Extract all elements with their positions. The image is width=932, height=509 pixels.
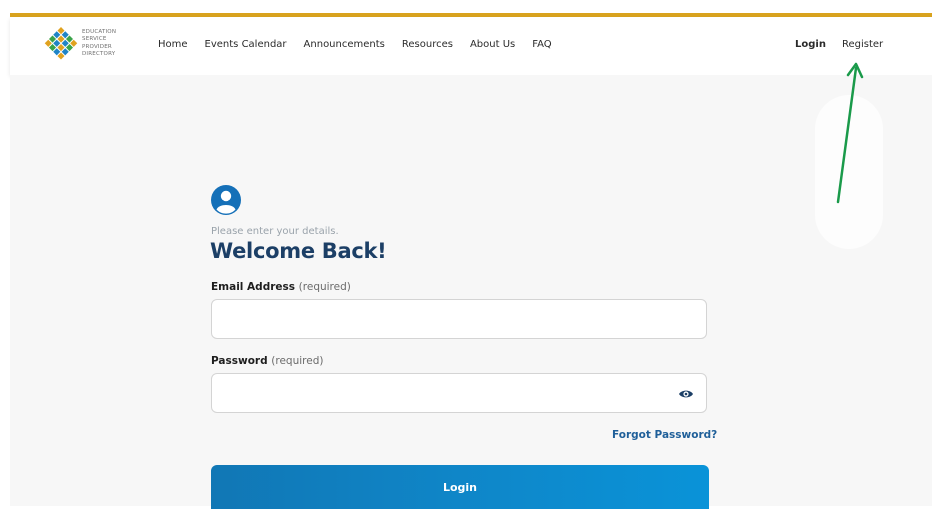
password-required-note: (required) — [271, 355, 324, 367]
main-nav: Home Events Calendar Announcements Resou… — [158, 39, 552, 50]
logo-line: DIRECTORY — [82, 50, 116, 57]
form-title: Welcome Back! — [210, 239, 387, 263]
user-circle-icon — [211, 185, 241, 215]
nav-about-us[interactable]: About Us — [470, 39, 515, 50]
email-required-note: (required) — [298, 281, 351, 293]
login-link[interactable]: Login — [795, 39, 826, 50]
nav-home[interactable]: Home — [158, 39, 188, 50]
email-label: Email Address (required) — [211, 281, 351, 293]
logo-text: EDUCATION SERVICE PROVIDER DIRECTORY — [82, 29, 138, 58]
site-header: EDUCATION SERVICE PROVIDER DIRECTORY Hom… — [10, 17, 932, 75]
highlight-blob — [815, 95, 883, 249]
logo-line: PROVIDER — [82, 43, 112, 50]
logo-line: EDUCATION — [82, 29, 117, 35]
eye-icon[interactable] — [678, 386, 694, 402]
login-panel: Please enter your details. Welcome Back!… — [10, 75, 932, 509]
password-label: Password (required) — [211, 355, 323, 367]
logo-line: SERVICE — [82, 36, 107, 43]
email-field-wrapper — [211, 299, 707, 339]
nav-announcements[interactable]: Announcements — [304, 39, 385, 50]
form-subtitle: Please enter your details. — [211, 226, 339, 237]
password-field[interactable] — [212, 374, 676, 412]
forgot-password-link[interactable]: Forgot Password? — [612, 429, 717, 441]
register-link[interactable]: Register — [842, 39, 883, 50]
auth-links: Login Register — [795, 39, 883, 50]
password-field-wrapper — [211, 373, 707, 413]
site-logo[interactable]: EDUCATION SERVICE PROVIDER DIRECTORY — [44, 27, 136, 65]
login-button[interactable]: Login — [211, 465, 709, 509]
nav-events-calendar[interactable]: Events Calendar — [205, 39, 287, 50]
nav-resources[interactable]: Resources — [402, 39, 453, 50]
email-field[interactable] — [212, 300, 676, 338]
password-label-text: Password — [211, 355, 268, 367]
email-label-text: Email Address — [211, 281, 296, 293]
top-strip — [0, 0, 932, 13]
nav-faq[interactable]: FAQ — [532, 39, 551, 50]
logo-mark-icon — [44, 27, 78, 60]
